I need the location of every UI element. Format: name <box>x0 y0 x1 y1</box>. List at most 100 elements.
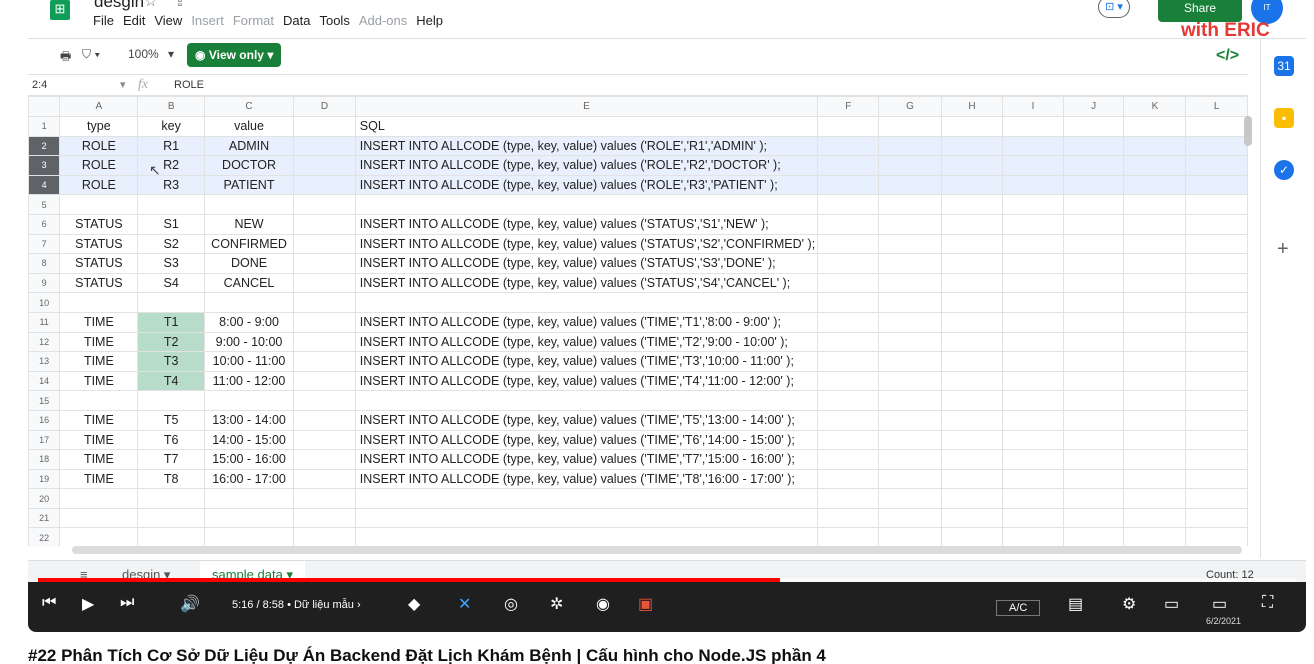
previous-icon[interactable]: ⏮ <box>42 594 56 612</box>
cell-b[interactable] <box>137 292 205 313</box>
cell-h[interactable] <box>940 253 1004 274</box>
menu-addons[interactable]: Add-ons <box>359 13 407 28</box>
cell-f[interactable] <box>817 351 880 372</box>
cell-f[interactable] <box>817 370 880 392</box>
cell-sql[interactable] <box>354 292 819 313</box>
cell-j[interactable] <box>1062 409 1125 431</box>
cell-i[interactable] <box>1002 429 1064 451</box>
cell-j[interactable] <box>1062 311 1125 333</box>
cell-i[interactable] <box>1002 233 1064 255</box>
row-header[interactable]: 22 <box>28 527 61 546</box>
cell-d[interactable] <box>293 292 356 313</box>
cell-a[interactable]: ROLE <box>59 135 139 157</box>
cell-b[interactable]: S4 <box>137 272 205 294</box>
cell-i[interactable] <box>1002 155 1064 176</box>
cell-c[interactable]: 16:00 - 17:00 <box>203 468 295 490</box>
cell-a[interactable] <box>59 390 139 411</box>
cell-j[interactable] <box>1062 292 1125 313</box>
cell-f[interactable] <box>817 213 880 235</box>
cell-sql[interactable]: INSERT INTO ALLCODE (type, key, value) v… <box>354 311 819 333</box>
row-header[interactable]: 1 <box>28 116 61 137</box>
volume-icon[interactable]: 🔊 <box>180 594 200 614</box>
cell-k[interactable] <box>1123 213 1187 235</box>
menu-format[interactable]: Format <box>233 13 274 28</box>
cell-f[interactable] <box>817 488 880 509</box>
cell-j[interactable] <box>1062 174 1125 196</box>
subtitles-button[interactable]: A/C <box>996 600 1041 616</box>
cell-g[interactable] <box>878 351 942 372</box>
cell-i[interactable] <box>1002 468 1064 490</box>
cell-i[interactable] <box>1002 409 1064 431</box>
cell-k[interactable] <box>1123 292 1187 313</box>
cell-c[interactable]: 9:00 - 10:00 <box>203 331 295 353</box>
cell-i[interactable] <box>1002 311 1064 333</box>
cell-j[interactable] <box>1062 233 1125 255</box>
cell-l[interactable] <box>1185 233 1248 255</box>
cell-k[interactable] <box>1123 233 1187 255</box>
column-header-d[interactable]: D <box>293 96 356 117</box>
menu-data[interactable]: Data <box>283 13 310 28</box>
cell-b[interactable]: key <box>137 116 205 137</box>
cell-k[interactable] <box>1123 351 1187 372</box>
cell-b[interactable]: S3 <box>137 253 205 274</box>
cell-j[interactable] <box>1062 390 1125 411</box>
cell-h[interactable] <box>940 449 1004 470</box>
column-header-b[interactable]: B <box>137 96 205 117</box>
row-header[interactable]: 9 <box>28 272 61 294</box>
cell-g[interactable] <box>878 233 942 255</box>
cell-j[interactable] <box>1062 272 1125 294</box>
cell-a[interactable] <box>59 292 139 313</box>
row-header[interactable]: 15 <box>28 390 61 411</box>
cell-a[interactable]: ROLE <box>59 174 139 196</box>
row-header[interactable]: 16 <box>28 409 61 431</box>
cell-h[interactable] <box>940 272 1004 294</box>
cell-h[interactable] <box>940 331 1004 353</box>
cell-i[interactable] <box>1002 351 1064 372</box>
cell-c[interactable] <box>203 507 295 529</box>
cell-a[interactable]: STATUS <box>59 253 139 274</box>
cell-d[interactable] <box>293 370 356 392</box>
video-player[interactable]: ⊞ desgin ☆ ⇪ File Edit View Insert Forma… <box>28 0 1306 632</box>
cell-a[interactable]: TIME <box>59 409 139 431</box>
cell-reference[interactable]: 2:4 <box>32 79 47 91</box>
cell-c[interactable]: 10:00 - 11:00 <box>203 351 295 372</box>
cell-sql[interactable]: INSERT INTO ALLCODE (type, key, value) v… <box>354 135 819 157</box>
cell-b[interactable]: T5 <box>137 409 205 431</box>
cell-d[interactable] <box>293 116 356 137</box>
row-header[interactable]: 19 <box>28 468 61 490</box>
cell-c[interactable]: DOCTOR <box>203 155 295 176</box>
cell-k[interactable] <box>1123 194 1187 215</box>
cell-l[interactable] <box>1185 194 1248 215</box>
cell-b[interactable]: R1 <box>137 135 205 157</box>
cell-g[interactable] <box>878 116 942 137</box>
cell-h[interactable] <box>940 507 1004 529</box>
cell-c[interactable] <box>203 527 295 546</box>
cell-j[interactable] <box>1062 213 1125 235</box>
cell-f[interactable] <box>817 331 880 353</box>
miniplayer-icon[interactable]: ▭ <box>1164 594 1179 614</box>
cell-g[interactable] <box>878 468 942 490</box>
cell-j[interactable] <box>1062 135 1125 157</box>
cell-d[interactable] <box>293 174 356 196</box>
cell-a[interactable]: STATUS <box>59 233 139 255</box>
cell-k[interactable] <box>1123 272 1187 294</box>
cell-d[interactable] <box>293 409 356 431</box>
cell-l[interactable] <box>1185 331 1248 353</box>
cell-g[interactable] <box>878 449 942 470</box>
cell-h[interactable] <box>940 409 1004 431</box>
cell-l[interactable] <box>1185 311 1248 333</box>
cell-k[interactable] <box>1123 468 1187 490</box>
filter-icon[interactable]: ⛉ ▾ <box>82 47 100 62</box>
cell-h[interactable] <box>940 370 1004 392</box>
cell-j[interactable] <box>1062 116 1125 137</box>
cell-d[interactable] <box>293 253 356 274</box>
cell-b[interactable] <box>137 488 205 509</box>
cell-b[interactable]: T6 <box>137 429 205 451</box>
cell-g[interactable] <box>878 135 942 157</box>
cell-a[interactable] <box>59 194 139 215</box>
cell-j[interactable] <box>1062 449 1125 470</box>
row-header[interactable]: 7 <box>28 233 61 255</box>
cell-d[interactable] <box>293 488 356 509</box>
menu-file[interactable]: File <box>93 13 114 28</box>
cell-b[interactable]: T7 <box>137 449 205 470</box>
